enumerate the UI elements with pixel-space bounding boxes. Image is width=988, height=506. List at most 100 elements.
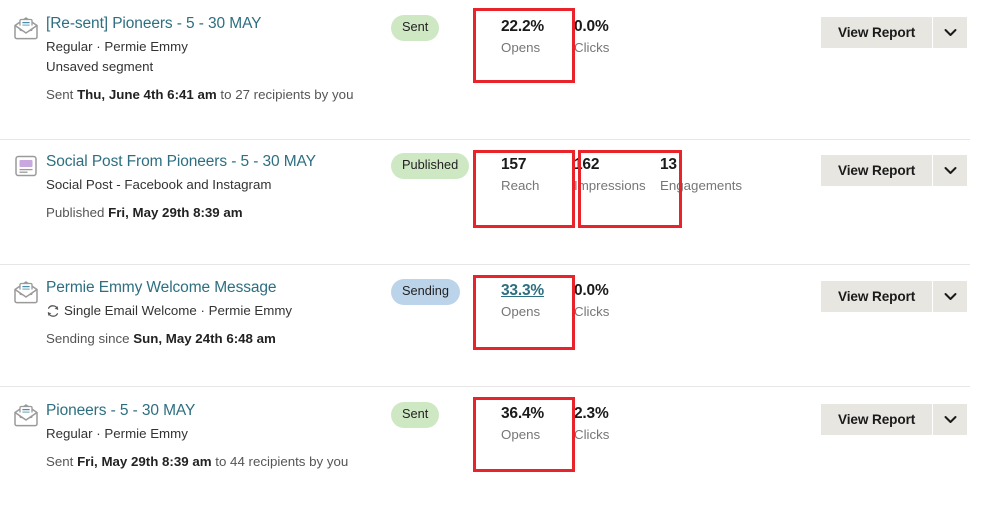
view-report-dropdown-button[interactable]: [932, 17, 968, 48]
sent-suffix: to 44 recipients by you: [211, 454, 349, 469]
campaign-info: Permie Emmy Welcome Message Single Email…: [46, 278, 391, 348]
campaign-meta: Regular · Permie Emmy: [46, 37, 391, 56]
campaign-meta: Regular · Permie Emmy: [46, 424, 391, 443]
stat-label: Engagements: [660, 178, 743, 193]
view-report-dropdown-button[interactable]: [932, 404, 968, 435]
status-cell: Sent: [391, 14, 501, 41]
view-report-button[interactable]: View Report: [821, 17, 933, 48]
chevron-down-icon: [944, 412, 957, 427]
actions-cell: View Report: [821, 14, 988, 48]
sent-prefix: Published: [46, 205, 109, 220]
sent-date: Fri, May 29th 8:39 am: [77, 454, 212, 469]
campaign-list: [Re-sent] Pioneers - 5 - 30 MAY Regular …: [0, 0, 988, 506]
view-report-dropdown-button[interactable]: [932, 281, 968, 312]
campaign-meta: Social Post - Facebook and Instagram: [46, 175, 391, 194]
stat-label: Opens: [501, 304, 541, 319]
campaign-meta: Single Email Welcome · Permie Emmy: [46, 301, 391, 320]
campaign-title-link[interactable]: Pioneers - 5 - 30 MAY: [46, 401, 391, 421]
chevron-down-icon: [944, 289, 957, 304]
campaign-meta-text: Social Post - Facebook and Instagram: [46, 177, 272, 192]
campaign-title-link[interactable]: Social Post From Pioneers - 5 - 30 MAY: [46, 152, 391, 172]
status-badge: Sent: [391, 15, 440, 41]
campaign-row: Social Post From Pioneers - 5 - 30 MAY S…: [0, 140, 988, 265]
campaign-row: [Re-sent] Pioneers - 5 - 30 MAY Regular …: [0, 0, 988, 140]
stat-opens: 33.3% Opens: [501, 280, 574, 321]
stat-clicks: 0.0% Clicks: [574, 280, 647, 321]
row-icon: [6, 14, 46, 40]
row-icon: [6, 152, 46, 178]
campaign-info: Pioneers - 5 - 30 MAY Regular · Permie E…: [46, 401, 391, 471]
view-report-group: View Report: [821, 155, 968, 186]
stat-value: 22.2%: [501, 18, 544, 35]
campaign-segment: Unsaved segment: [46, 59, 154, 74]
status-badge: Sending: [391, 279, 460, 305]
stat-value-link[interactable]: 33.3%: [501, 280, 574, 301]
stat-value: 0.0%: [574, 282, 609, 299]
campaign-sent-line: Sending since Sun, May 24th 6:48 am: [46, 330, 391, 348]
stats-cell: 33.3% Opens 0.0% Clicks: [501, 278, 821, 321]
view-report-button[interactable]: View Report: [821, 155, 933, 186]
stat-label: Impressions: [574, 178, 646, 193]
stat-value: 2.3%: [574, 405, 609, 422]
campaign-info: [Re-sent] Pioneers - 5 - 30 MAY Regular …: [46, 14, 391, 104]
stats-cell: 22.2% Opens 0.0% Clicks: [501, 14, 821, 57]
sent-prefix: Sent: [46, 87, 78, 102]
view-report-group: View Report: [821, 281, 968, 312]
stat-value: 13: [660, 156, 677, 173]
stat-opens: 22.2% Opens: [501, 16, 574, 57]
campaign-row: Pioneers - 5 - 30 MAY Regular · Permie E…: [0, 387, 988, 506]
status-cell: Sent: [391, 401, 501, 428]
stats-cell: 157 Reach 162 Impressions 13 Engagements: [501, 152, 821, 195]
stat-label: Clicks: [574, 40, 610, 55]
email-open-icon: [13, 280, 39, 304]
campaign-title-link[interactable]: Permie Emmy Welcome Message: [46, 278, 391, 298]
status-badge: Published: [391, 153, 470, 179]
stat-label: Reach: [501, 178, 540, 193]
stat-clicks: 2.3% Clicks: [574, 403, 647, 444]
sent-prefix: Sent: [46, 454, 78, 469]
stat-clicks: 0.0% Clicks: [574, 16, 647, 57]
view-report-group: View Report: [821, 17, 968, 48]
social-post-icon: [13, 154, 39, 178]
sent-prefix: Sending since: [46, 331, 134, 346]
actions-cell: View Report: [821, 152, 988, 186]
stat-label: Clicks: [574, 304, 610, 319]
campaign-info: Social Post From Pioneers - 5 - 30 MAY S…: [46, 152, 391, 222]
campaign-meta-text: Single Email Welcome · Permie Emmy: [64, 303, 293, 318]
stat-reach: 157 Reach: [501, 154, 574, 195]
campaign-meta-text: Regular · Permie Emmy: [46, 426, 188, 441]
stat-label: Opens: [501, 40, 541, 55]
sent-date: Fri, May 29th 8:39 am: [108, 205, 243, 220]
stat-value: 0.0%: [574, 18, 609, 35]
campaign-title-link[interactable]: [Re-sent] Pioneers - 5 - 30 MAY: [46, 14, 391, 34]
view-report-button[interactable]: View Report: [821, 404, 933, 435]
view-report-button[interactable]: View Report: [821, 281, 933, 312]
row-icon: [6, 278, 46, 304]
view-report-group: View Report: [821, 404, 968, 435]
sent-date: Thu, June 4th 6:41 am: [77, 87, 217, 102]
view-report-dropdown-button[interactable]: [932, 155, 968, 186]
status-cell: Sending: [391, 278, 501, 305]
stat-impressions: 162 Impressions: [574, 154, 660, 195]
row-icon: [6, 401, 46, 427]
chevron-down-icon: [944, 25, 957, 40]
campaign-row: Permie Emmy Welcome Message Single Email…: [0, 265, 988, 387]
sent-suffix: to 27 recipients by you: [216, 87, 354, 102]
stat-label: Clicks: [574, 427, 610, 442]
stat-value: 162: [574, 156, 600, 173]
stat-label: Opens: [501, 427, 541, 442]
campaign-sent-line: Published Fri, May 29th 8:39 am: [46, 204, 391, 222]
email-open-icon: [13, 16, 39, 40]
stat-engagements: 13 Engagements: [660, 154, 746, 195]
campaign-sent-line: Sent Fri, May 29th 8:39 am to 44 recipie…: [46, 453, 391, 471]
stat-value: 157: [501, 156, 527, 173]
sent-date: Sun, May 24th 6:48 am: [133, 331, 276, 346]
status-cell: Published: [391, 152, 501, 179]
campaign-meta-text: Regular · Permie Emmy: [46, 39, 188, 54]
stat-opens: 36.4% Opens: [501, 403, 574, 444]
stats-cell: 36.4% Opens 2.3% Clicks: [501, 401, 821, 444]
stat-value: 36.4%: [501, 405, 544, 422]
campaign-sent-line: Sent Thu, June 4th 6:41 am to 27 recipie…: [46, 86, 391, 104]
actions-cell: View Report: [821, 401, 988, 435]
recurring-icon: [46, 304, 60, 318]
